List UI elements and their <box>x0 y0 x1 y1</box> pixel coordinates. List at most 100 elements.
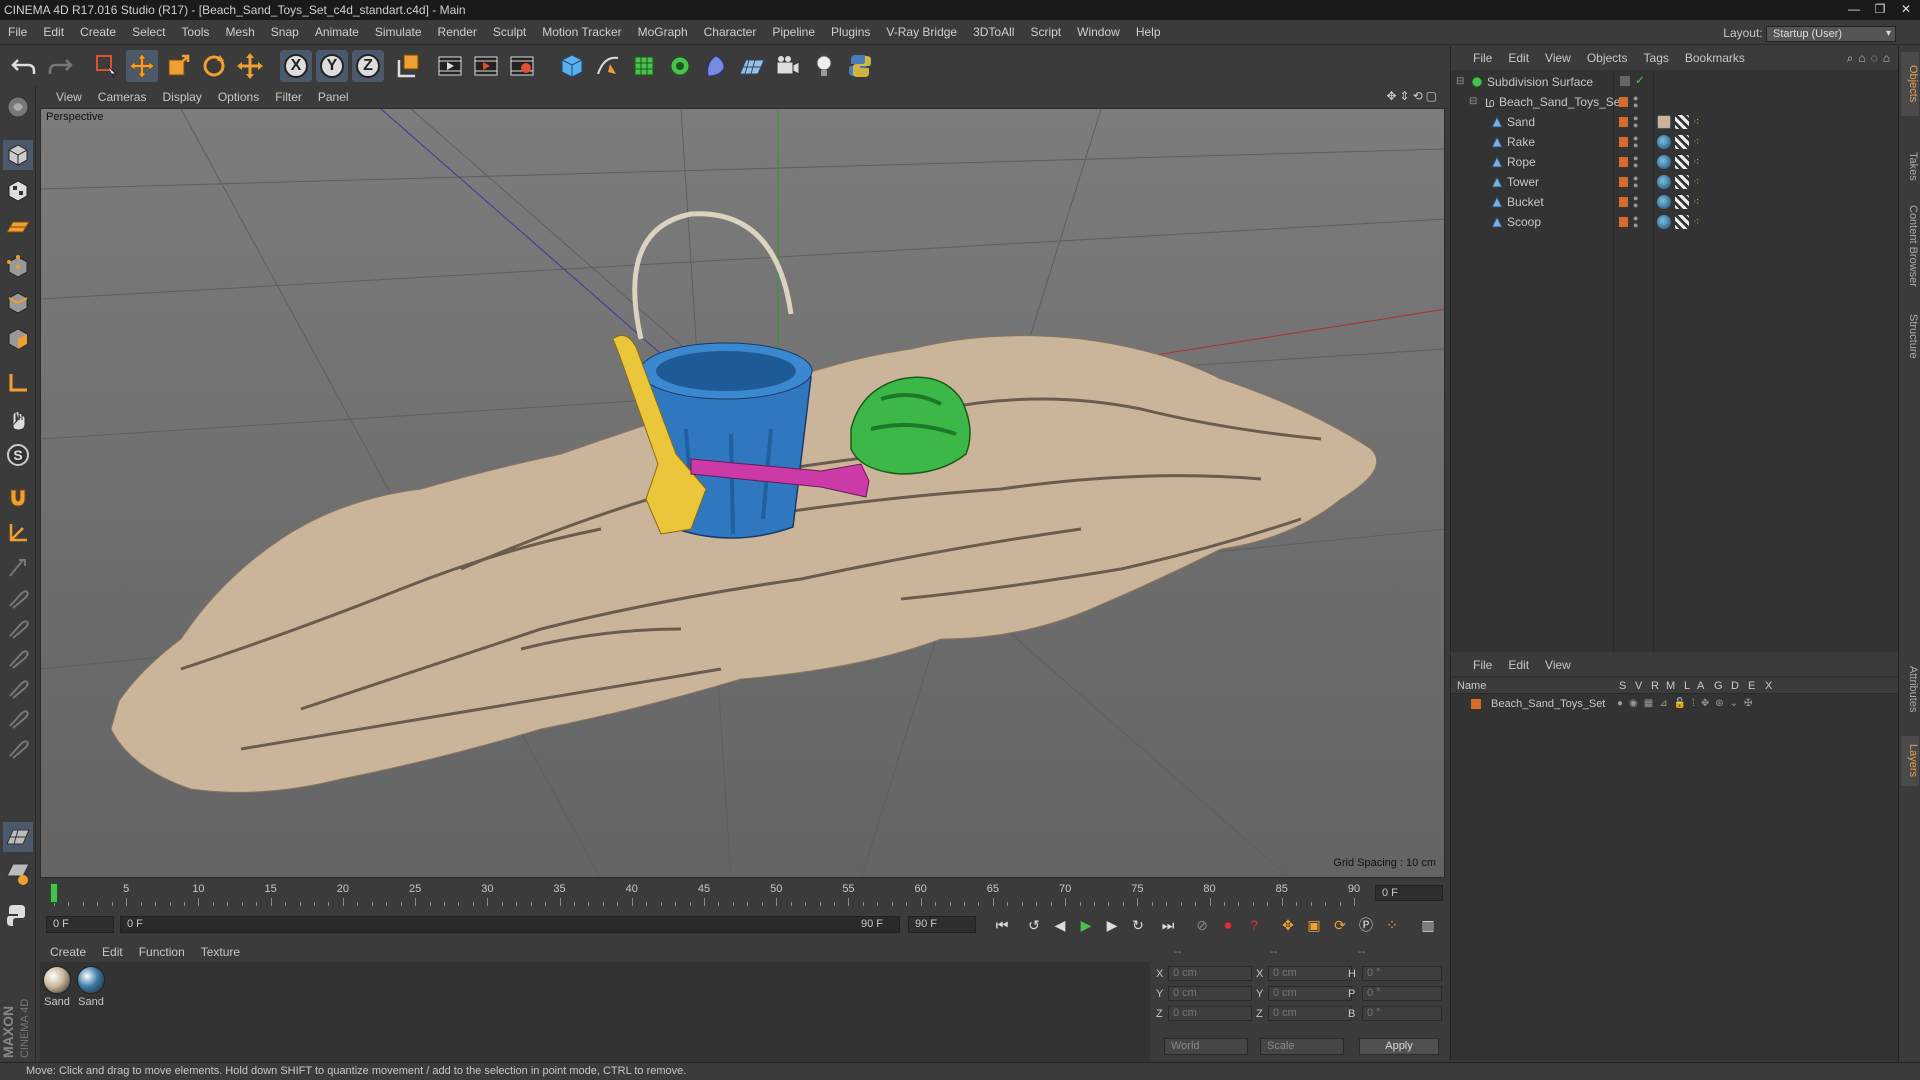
layer-row[interactable]: Beach_Sand_Toys_Set ●◉▦⊿🔓⁞✥⊛⌄✠ <box>1451 696 1899 712</box>
script-python-icon[interactable] <box>3 900 33 930</box>
material-menu-texture[interactable]: Texture <box>193 942 248 962</box>
object-row-scoop[interactable]: Scoop ● ● ⁖ <box>1451 212 1899 232</box>
material-tag-icon[interactable] <box>1657 175 1671 189</box>
key-pla-icon[interactable]: ⁘ <box>1380 914 1404 936</box>
menu-snap[interactable]: Snap <box>263 20 307 45</box>
cube-primitive-icon[interactable] <box>556 50 588 82</box>
x-axis-toggle[interactable]: X <box>280 50 312 82</box>
visibility-dots-icon[interactable]: ● ● <box>1633 154 1638 170</box>
viewport-menu-options[interactable]: Options <box>210 87 267 107</box>
frame-range-slider[interactable]: 0 F 90 F <box>120 916 900 933</box>
object-row-subdivision-surface[interactable]: ⊟ Subdivision Surface ✓ <box>1451 72 1899 92</box>
material-tag-icon[interactable] <box>1657 195 1671 209</box>
autokey-icon[interactable]: ⏺ <box>1216 914 1240 936</box>
material-menu-function[interactable]: Function <box>131 942 193 962</box>
menu-character[interactable]: Character <box>696 20 765 45</box>
coordinate-space-select[interactable]: World <box>1164 1038 1248 1055</box>
tab-layers[interactable]: Layers <box>1901 736 1919 786</box>
menu-create[interactable]: Create <box>72 20 124 45</box>
object-row-sand[interactable]: Sand ● ● ⁖ <box>1451 112 1899 132</box>
object-menu-edit[interactable]: Edit <box>1500 46 1537 70</box>
subdivision-surface-icon[interactable] <box>628 50 660 82</box>
make-editable-icon[interactable] <box>3 92 33 122</box>
size-y-field[interactable]: 0 cm <box>1268 986 1352 1001</box>
undo-icon[interactable] <box>8 50 40 82</box>
selection-tag-icon[interactable]: ⁖ <box>1693 175 1707 189</box>
menu-3dtoall[interactable]: 3DToAll <box>965 20 1022 45</box>
rotate-tool-icon[interactable] <box>198 50 230 82</box>
previous-frame-icon[interactable]: ◀ <box>1048 914 1072 936</box>
workplane-mode-icon[interactable] <box>3 212 33 242</box>
start-frame-field[interactable]: 0 F <box>46 916 114 933</box>
play-icon[interactable]: ▶ <box>1074 914 1098 936</box>
render-view-icon[interactable] <box>434 50 466 82</box>
layer-color-chip[interactable] <box>1619 197 1628 207</box>
keyframe-selection-icon[interactable]: ? <box>1242 914 1266 936</box>
object-row-rake[interactable]: Rake ● ● ⁖ <box>1451 132 1899 152</box>
viewport-nav-icons[interactable]: ✥⇕⟲▢ <box>1386 89 1440 103</box>
material-tag-icon[interactable] <box>1657 155 1671 169</box>
visibility-dots-icon[interactable]: ● ● <box>1633 94 1638 110</box>
selection-tag-icon[interactable]: ⁖ <box>1693 155 1707 169</box>
size-x-field[interactable]: 0 cm <box>1268 966 1352 981</box>
brush-tool-6-icon[interactable] <box>3 702 33 732</box>
magnet-icon[interactable] <box>3 482 33 512</box>
layer-color-chip[interactable] <box>1619 157 1628 167</box>
material-tag-icon[interactable] <box>1657 215 1671 229</box>
menu-render[interactable]: Render <box>430 20 485 45</box>
rot-h-field[interactable]: 0 ° <box>1362 966 1442 981</box>
texture-mode-icon[interactable] <box>3 176 33 206</box>
material-tag-icon[interactable] <box>1657 135 1671 149</box>
brush-tool-7-icon[interactable] <box>3 732 33 762</box>
object-menu-view[interactable]: View <box>1537 46 1579 70</box>
selection-tag-icon[interactable]: ⁖ <box>1693 195 1707 209</box>
close-button[interactable]: ✕ <box>1894 1 1918 17</box>
layer-menu-edit[interactable]: Edit <box>1500 654 1537 676</box>
timeline-ruler[interactable]: 051015202530354045505560657075808590 0 F <box>40 880 1445 910</box>
tab-attributes[interactable]: Attributes <box>1901 656 1919 722</box>
uvw-tag-icon[interactable] <box>1675 175 1689 189</box>
uvw-tag-icon[interactable] <box>1675 155 1689 169</box>
key-rotation-icon[interactable]: ⟳ <box>1328 914 1352 936</box>
model-mode-icon[interactable] <box>3 140 33 170</box>
brush-tool-2-icon[interactable] <box>3 582 33 612</box>
menu-vray-bridge[interactable]: V-Ray Bridge <box>878 20 965 45</box>
object-row-bucket[interactable]: Bucket ● ● ⁖ <box>1451 192 1899 212</box>
next-frame-icon[interactable]: ▶ <box>1100 914 1124 936</box>
menu-window[interactable]: Window <box>1069 20 1128 45</box>
enabled-check-icon[interactable]: ✓ <box>1635 73 1645 87</box>
key-parameter-icon[interactable]: Ⓟ <box>1354 914 1378 936</box>
camera-icon[interactable] <box>772 50 804 82</box>
pos-y-field[interactable]: 0 cm <box>1168 986 1252 1001</box>
uvw-tag-icon[interactable] <box>1675 195 1689 209</box>
tweak-mode-icon[interactable] <box>3 404 33 434</box>
deformer-icon[interactable] <box>700 50 732 82</box>
y-axis-toggle[interactable]: Y <box>316 50 348 82</box>
next-key-icon[interactable]: ↻ <box>1126 914 1150 936</box>
menu-motion-tracker[interactable]: Motion Tracker <box>534 20 629 45</box>
menu-mesh[interactable]: Mesh <box>217 20 262 45</box>
viewport-menu-cameras[interactable]: Cameras <box>90 87 155 107</box>
collapse-toggle-icon[interactable]: ⊟ <box>1469 92 1477 112</box>
collapse-toggle-icon[interactable]: ⊟ <box>1456 72 1464 92</box>
3d-viewport[interactable]: Perspective Grid Spacing : 10 cm <box>40 108 1445 878</box>
material-tag-icon[interactable] <box>1657 115 1671 129</box>
object-manager-search-icons[interactable]: ⌕⌂◌⌂ <box>1847 51 1895 66</box>
coordinate-system-icon[interactable] <box>392 50 424 82</box>
menu-select[interactable]: Select <box>124 20 173 45</box>
layer-menu-file[interactable]: File <box>1465 654 1500 676</box>
record-keys-icon[interactable]: ⊘ <box>1190 914 1214 936</box>
uvw-tag-icon[interactable] <box>1675 115 1689 129</box>
viewport-menu-display[interactable]: Display <box>154 87 209 107</box>
selection-tag-icon[interactable]: ⁖ <box>1693 115 1707 129</box>
layer-flags-icons[interactable]: ●◉▦⊿🔓⁞✥⊛⌄✠ <box>1617 696 1758 712</box>
go-to-end-icon[interactable]: ⏭ <box>1156 914 1180 936</box>
menu-plugins[interactable]: Plugins <box>823 20 878 45</box>
apply-button[interactable]: Apply <box>1359 1038 1439 1055</box>
snap-icon[interactable]: S <box>3 440 33 470</box>
menu-animate[interactable]: Animate <box>307 20 367 45</box>
menu-file[interactable]: File <box>0 20 35 45</box>
go-to-start-icon[interactable]: ⏮ <box>990 914 1014 936</box>
redo-icon[interactable] <box>44 50 76 82</box>
rot-p-field[interactable]: 0 ° <box>1362 986 1442 1001</box>
